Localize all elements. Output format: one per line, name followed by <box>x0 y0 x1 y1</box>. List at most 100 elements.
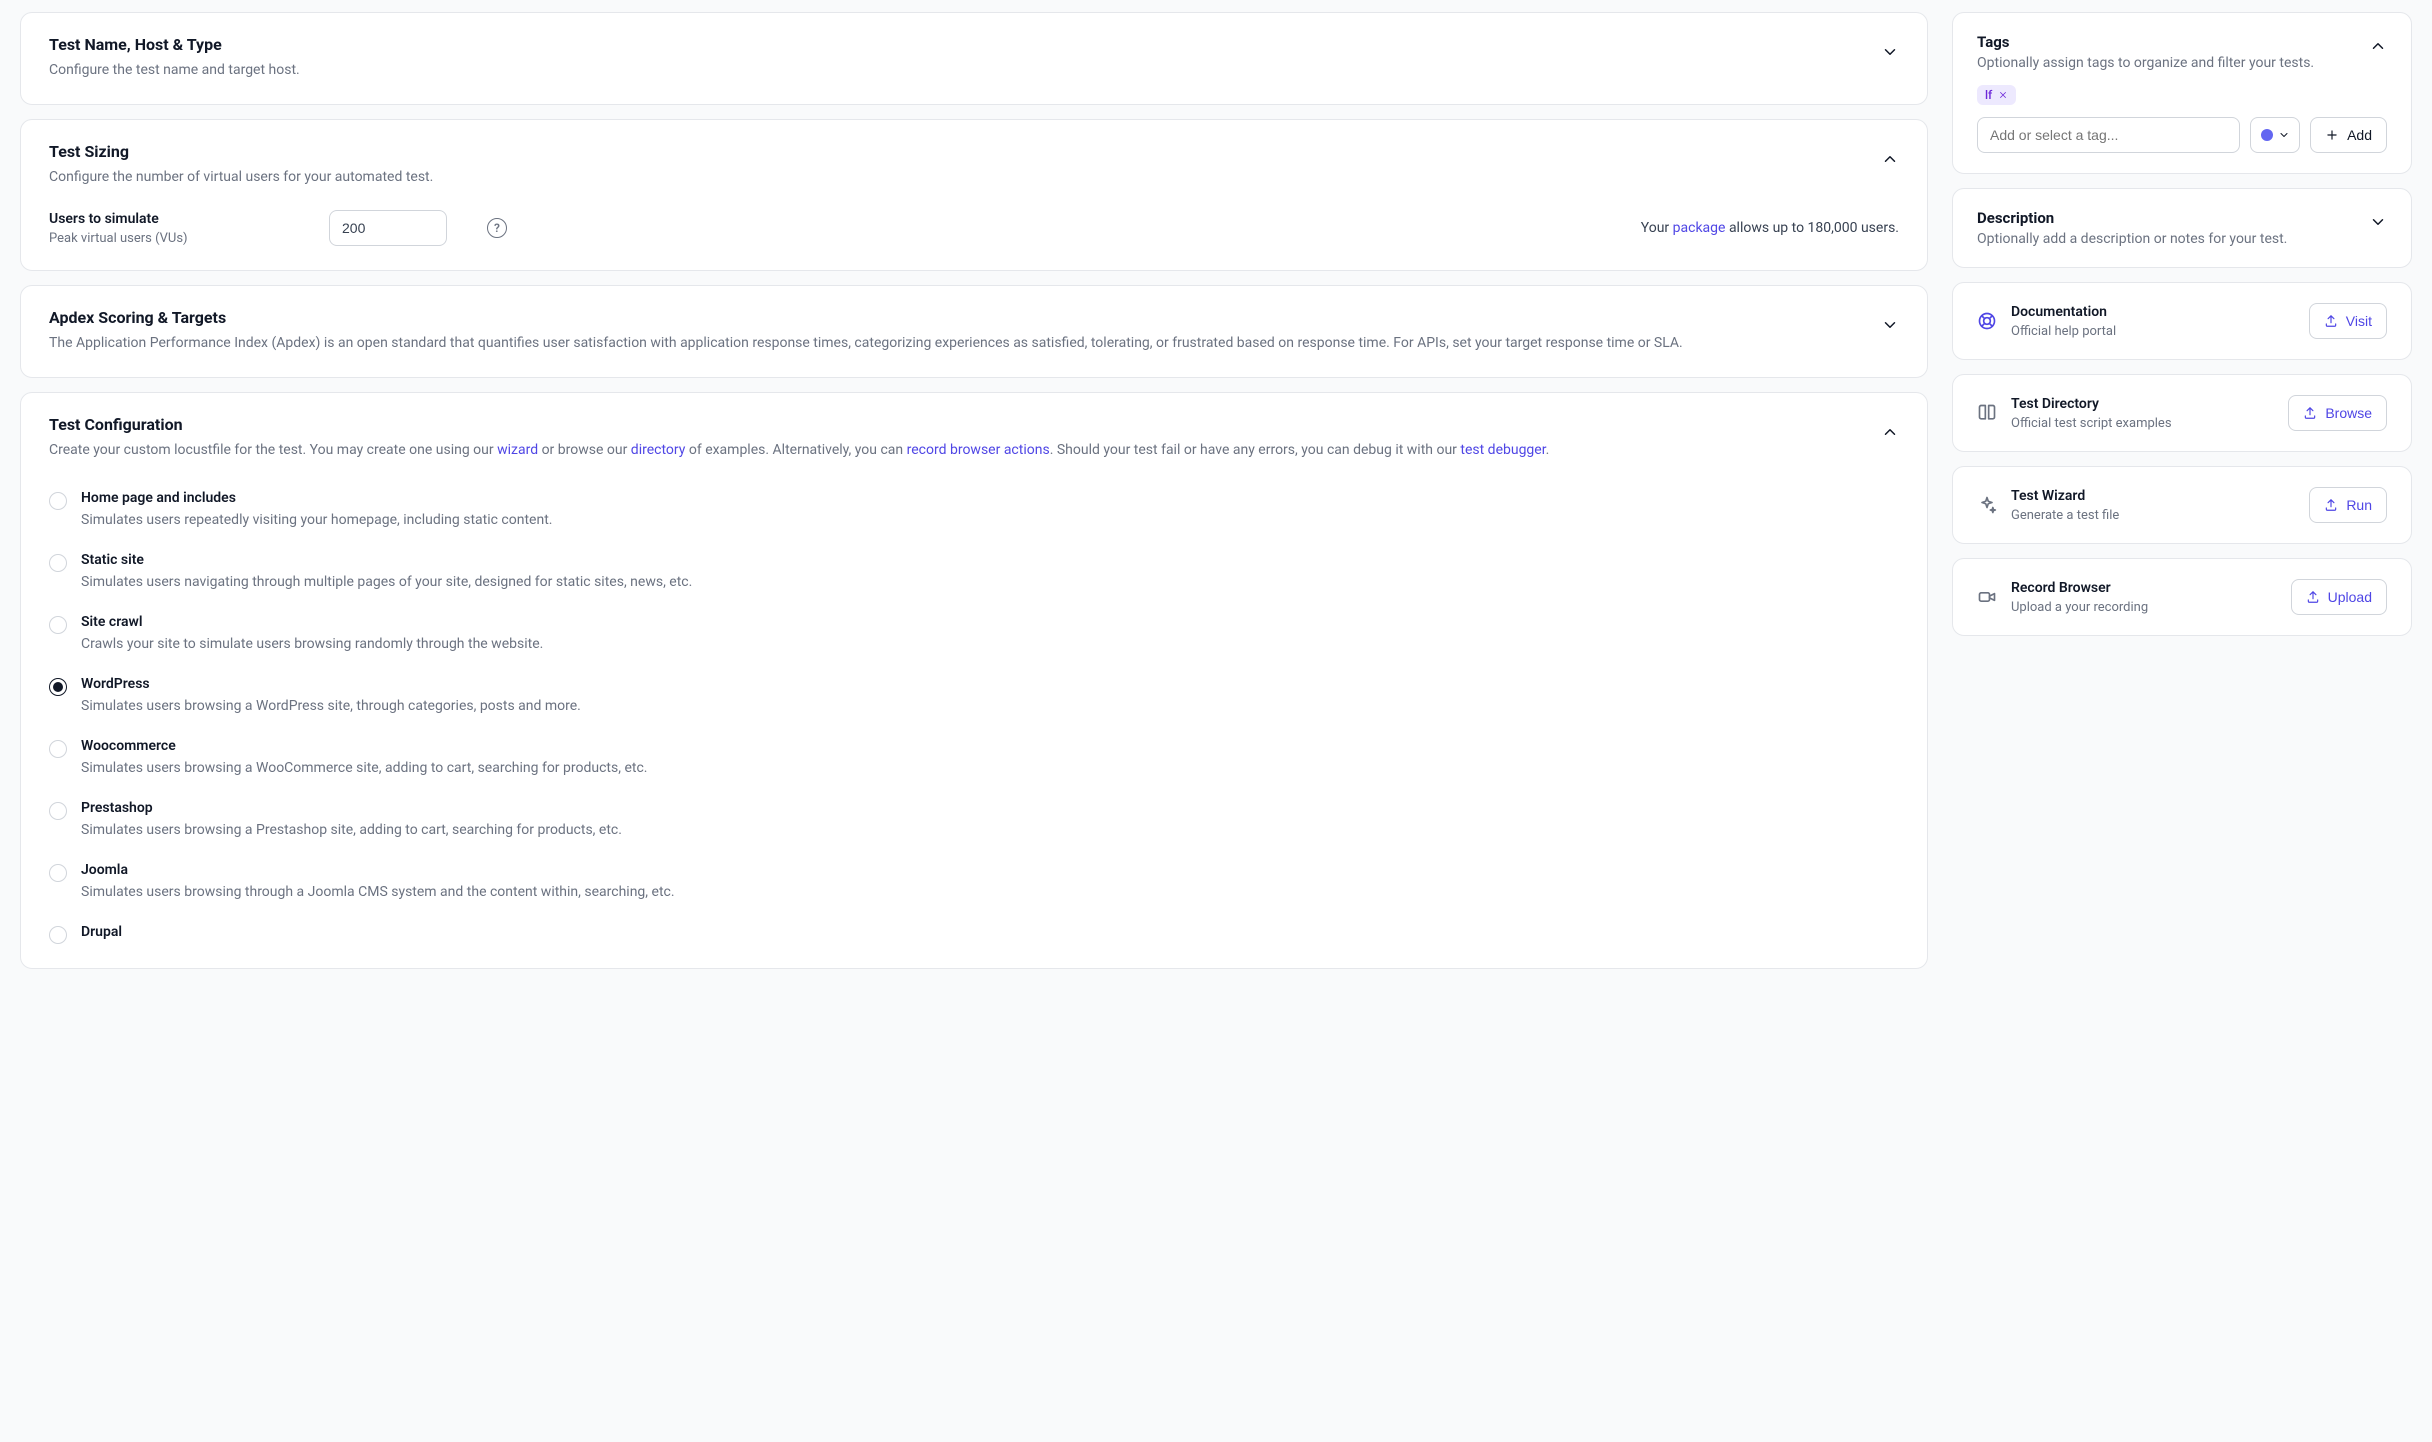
tag-chip[interactable]: lf <box>1977 85 2016 105</box>
tags-panel: Tags Optionally assign tags to organize … <box>1952 12 2412 174</box>
link-card-docs: DocumentationOfficial help portalVisit <box>1952 282 2412 360</box>
link-title: Test Wizard <box>2011 488 2119 504</box>
record-actions-link[interactable]: record browser actions <box>907 442 1050 458</box>
tag-chip-label: lf <box>1985 88 1992 102</box>
lifebuoy-icon <box>1977 311 1997 331</box>
config-option-crawl[interactable]: Site crawl Crawls your site to simulate u… <box>49 614 1899 652</box>
section-title: Apdex Scoring & Targets <box>49 308 1683 327</box>
section-subtitle: Configure the test name and target host. <box>49 60 300 82</box>
wizard-link[interactable]: wizard <box>497 442 538 458</box>
upload-icon <box>2306 590 2320 604</box>
docs-button[interactable]: Visit <box>2309 303 2387 339</box>
users-input[interactable] <box>329 210 447 246</box>
chevron-up-icon[interactable] <box>2369 37 2387 55</box>
radio-icon <box>49 864 67 882</box>
config-option-desc: Crawls your site to simulate users brows… <box>81 636 543 652</box>
record-button[interactable]: Upload <box>2291 579 2387 615</box>
config-option-desc: Simulates users browsing a WooCommerce s… <box>81 760 647 776</box>
config-option-drupal[interactable]: Drupal <box>49 924 1899 944</box>
config-option-static[interactable]: Static site Simulates users navigating th… <box>49 552 1899 590</box>
upload-icon <box>2324 314 2338 328</box>
section-title: Test Name, Host & Type <box>49 35 300 54</box>
link-card-directory: Test Directory Official test script examp… <box>1952 374 2412 452</box>
description-panel: Description Optionally add a description… <box>1952 188 2412 268</box>
config-option-title: WordPress <box>81 676 581 692</box>
config-option-desc: Simulates users browsing a WordPress sit… <box>81 698 581 714</box>
config-option-title: Site crawl <box>81 614 543 630</box>
chevron-down-icon <box>1881 316 1899 334</box>
radio-icon <box>49 926 67 944</box>
config-option-woo[interactable]: Woocommerce Simulates users browsing a Wo… <box>49 738 1899 776</box>
config-radio-list: Home page and includes Simulates users re… <box>49 490 1899 944</box>
config-option-desc: Simulates users browsing through a Jooml… <box>81 884 675 900</box>
radio-icon <box>49 802 67 820</box>
package-allowance: Your package allows up to 180,000 users. <box>1641 220 1899 236</box>
add-tag-button[interactable]: Add <box>2310 117 2387 153</box>
remove-tag-icon[interactable] <box>1998 90 2008 100</box>
radio-icon <box>49 554 67 572</box>
link-subtitle: Upload a your recording <box>2011 600 2148 615</box>
config-option-desc: Simulates users repeatedly visiting your… <box>81 512 552 528</box>
section-title: Test Sizing <box>49 142 433 161</box>
upload-icon <box>2303 406 2317 420</box>
section-subtitle: Create your custom locustfile for the te… <box>49 440 1549 462</box>
directory-button[interactable]: Browse <box>2288 395 2387 431</box>
config-option-home[interactable]: Home page and includes Simulates users re… <box>49 490 1899 528</box>
link-title: Test Directory <box>2011 396 2172 412</box>
section-subtitle: Configure the number of virtual users fo… <box>49 167 433 189</box>
config-option-desc: Simulates users navigating through multi… <box>81 574 692 590</box>
tag-color-select[interactable] <box>2250 117 2300 153</box>
config-option-joomla[interactable]: Joomla Simulates users browsing through a… <box>49 862 1899 900</box>
link-subtitle: Official test script examples <box>2011 416 2172 431</box>
wizard-button[interactable]: Run <box>2309 487 2387 523</box>
section-sizing-toggle[interactable]: Test Sizing Configure the number of virt… <box>21 120 1927 211</box>
tag-color-dot <box>2261 129 2273 141</box>
help-icon[interactable]: ? <box>487 218 507 238</box>
radio-icon <box>49 492 67 510</box>
radio-icon <box>49 678 67 696</box>
radio-icon <box>49 740 67 758</box>
chevron-down-icon <box>2278 129 2290 141</box>
config-option-title: Static site <box>81 552 692 568</box>
description-subtitle: Optionally add a description or notes fo… <box>1977 231 2287 247</box>
test-debugger-link[interactable]: test debugger <box>1460 442 1545 458</box>
tag-input[interactable] <box>1977 117 2240 153</box>
section-apdex: Apdex Scoring & Targets The Application … <box>20 285 1928 378</box>
users-label: Users to simulate <box>49 211 289 227</box>
chevron-down-icon[interactable] <box>2369 213 2387 231</box>
plus-icon <box>2325 128 2339 142</box>
tags-title: Tags <box>1977 33 2314 51</box>
config-option-title: Home page and includes <box>81 490 552 506</box>
book-icon <box>1977 403 1997 423</box>
config-option-title: Joomla <box>81 862 675 878</box>
section-config-toggle[interactable]: Test Configuration Create your custom lo… <box>21 393 1927 484</box>
config-option-prestashop[interactable]: Prestashop Simulates users browsing a Pre… <box>49 800 1899 838</box>
section-apdex-toggle[interactable]: Apdex Scoring & Targets The Application … <box>21 286 1927 377</box>
config-option-desc: Simulates users browsing a Prestashop si… <box>81 822 622 838</box>
sparkle-icon <box>1977 495 1997 515</box>
description-title: Description <box>1977 209 2287 227</box>
section-config: Test Configuration Create your custom lo… <box>20 392 1928 969</box>
section-subtitle: The Application Performance Index (Apdex… <box>49 333 1683 355</box>
config-option-wordpress[interactable]: WordPress Simulates users browsing a Word… <box>49 676 1899 714</box>
video-icon <box>1977 587 1997 607</box>
tags-subtitle: Optionally assign tags to organize and f… <box>1977 55 2314 71</box>
link-subtitle: Official help portal <box>2011 324 2116 339</box>
radio-icon <box>49 616 67 634</box>
link-card-wizard: Test Wizard Generate a test file Run <box>1952 466 2412 544</box>
section-name-host: Test Name, Host & Type Configure the tes… <box>20 12 1928 105</box>
config-option-title: Drupal <box>81 924 122 940</box>
package-link[interactable]: package <box>1673 220 1726 236</box>
link-card-record: Record Browser Upload a your recording Upl… <box>1952 558 2412 636</box>
upload-icon <box>2324 498 2338 512</box>
link-subtitle: Generate a test file <box>2011 508 2119 523</box>
section-name-host-toggle[interactable]: Test Name, Host & Type Configure the tes… <box>21 13 1927 104</box>
chevron-up-icon <box>1881 423 1899 441</box>
config-option-title: Woocommerce <box>81 738 647 754</box>
users-sublabel: Peak virtual users (VUs) <box>49 231 289 246</box>
directory-link[interactable]: directory <box>631 442 686 458</box>
section-title: Test Configuration <box>49 415 1549 434</box>
config-option-title: Prestashop <box>81 800 622 816</box>
link-title: Record Browser <box>2011 580 2148 596</box>
chevron-up-icon <box>1881 150 1899 168</box>
